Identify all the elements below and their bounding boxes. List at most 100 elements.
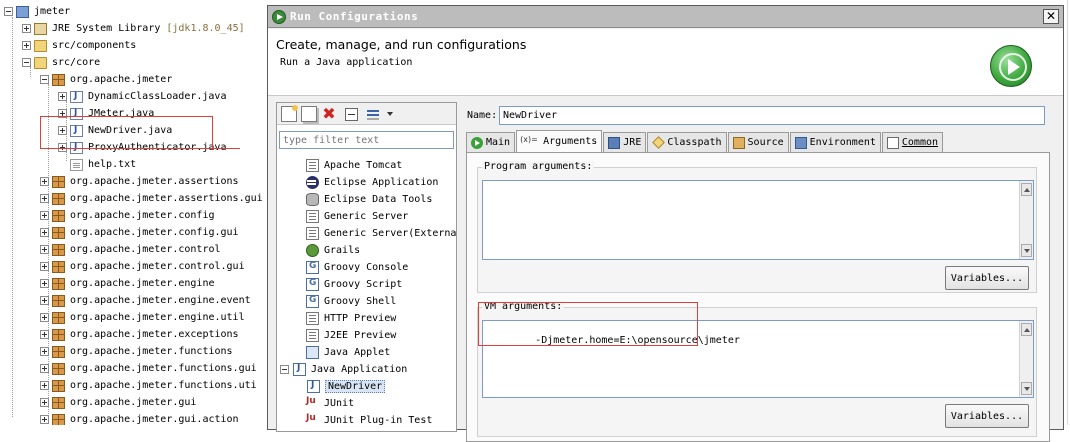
scroll-down-icon[interactable] (1021, 244, 1032, 257)
tab-jre[interactable]: JRE (603, 132, 647, 152)
expand-icon[interactable] (40, 262, 49, 271)
scroll-up-icon[interactable] (1021, 323, 1032, 336)
config-type-item[interactable]: Eclipse Application (293, 174, 438, 191)
tree-package[interactable]: org.apache.jmeter.assertions.gui (40, 190, 263, 207)
expand-icon[interactable] (40, 398, 49, 407)
vm-args-scrollbar[interactable] (1019, 321, 1033, 397)
expand-icon[interactable] (58, 92, 67, 101)
config-type-item[interactable]: Groovy Script (293, 276, 402, 293)
tree-package[interactable]: org.apache.jmeter.functions (40, 343, 233, 360)
tree-package[interactable]: org.apache.jmeter.gui.action (40, 411, 239, 425)
tree-project-jmeter[interactable]: jmeter (4, 3, 70, 20)
tree-package[interactable]: org.apache.jmeter.assertions (40, 173, 239, 190)
collapse-all-icon[interactable] (345, 108, 358, 121)
expand-icon[interactable] (40, 177, 49, 186)
tab-main[interactable]: Main (466, 132, 516, 152)
tree-package[interactable]: org.apache.jmeter.engine.event (40, 292, 251, 309)
tree-package[interactable]: org.apache.jmeter.gui (40, 394, 196, 411)
tree-package[interactable]: org.apache.jmeter.functions.uti (40, 377, 257, 394)
config-item-newdriver[interactable]: NewDriver (307, 378, 386, 395)
delete-icon[interactable]: ✖ (321, 106, 337, 122)
expand-icon[interactable] (40, 313, 49, 322)
expand-icon[interactable] (40, 364, 49, 373)
tree-label: org.apache.jmeter.config (70, 210, 215, 221)
tab-label: Main (486, 137, 511, 148)
expand-icon[interactable] (40, 245, 49, 254)
dialog-titlebar[interactable]: Run Configurations ✕ (268, 6, 1063, 28)
tree-package[interactable]: org.apache.jmeter.engine.util (40, 309, 245, 326)
expand-icon[interactable] (22, 41, 31, 50)
filter-icon[interactable] (365, 106, 383, 122)
collapse-icon[interactable] (280, 365, 289, 374)
expand-icon[interactable] (40, 347, 49, 356)
expand-icon[interactable] (40, 415, 49, 424)
tree-src-components[interactable]: src/components (22, 37, 136, 54)
expand-icon[interactable] (40, 296, 49, 305)
config-type-item[interactable]: Eclipse Data Tools (293, 191, 432, 208)
config-type-label: Groovy Script (324, 279, 403, 290)
close-button[interactable]: ✕ (1043, 9, 1059, 24)
tree-file[interactable]: DynamicClassLoader.java (58, 88, 226, 105)
tree-package[interactable]: org.apache.jmeter.config (40, 207, 215, 224)
program-arguments-textarea[interactable] (482, 180, 1034, 260)
expand-icon[interactable] (40, 279, 49, 288)
tree-package[interactable]: org.apache.jmeter.exceptions (40, 326, 239, 343)
tree-package[interactable]: org.apache.jmeter.control (40, 241, 221, 258)
tree-label: org.apache.jmeter.engine (70, 278, 215, 289)
jre-tab-icon (608, 136, 621, 149)
tab-classpath[interactable]: Classpath (647, 132, 727, 152)
new-config-icon[interactable] (281, 105, 298, 122)
tree-package[interactable]: org.apache.jmeter.control.gui (40, 258, 245, 275)
tree-label: help.txt (88, 159, 137, 170)
duplicate-icon[interactable] (301, 106, 317, 122)
tree-jre-library[interactable]: JRE System Library [jdk1.8.0_45] (22, 20, 245, 37)
tree-package[interactable]: org.apache.jmeter.config.gui (40, 224, 239, 241)
tab-environment[interactable]: Environment (789, 132, 881, 152)
expand-icon[interactable] (40, 194, 49, 203)
tab-source[interactable]: Source (727, 132, 789, 152)
collapse-icon[interactable] (4, 7, 13, 16)
config-type-item[interactable]: J2EE Preview (293, 327, 396, 344)
filter-input[interactable] (279, 131, 454, 149)
expand-icon[interactable] (40, 381, 49, 390)
tab-common[interactable]: Common (881, 132, 944, 152)
expand-icon[interactable] (40, 228, 49, 237)
config-type-item[interactable]: Generic Server (293, 208, 408, 225)
program-variables-button[interactable]: Variables... (945, 266, 1029, 290)
config-type-label: Java Application (311, 364, 408, 375)
tree-package[interactable]: org.apache.jmeter.functions.gui (40, 360, 257, 377)
config-type-item[interactable]: Groovy Console (293, 259, 408, 276)
config-type-item[interactable]: Java Applet (293, 344, 390, 361)
vm-variables-button[interactable]: Variables... (945, 404, 1029, 428)
config-type-item[interactable]: Grails (293, 242, 360, 259)
expand-icon[interactable] (40, 211, 49, 220)
scroll-down-icon[interactable] (1021, 382, 1032, 395)
config-type-item[interactable]: HTTP Preview (293, 310, 396, 327)
source-folder-icon (34, 39, 47, 52)
config-type-item[interactable]: Generic Server(Externa (293, 225, 456, 242)
tree-file[interactable]: help.txt (58, 156, 136, 173)
config-type-item[interactable]: Apache Tomcat (293, 157, 402, 174)
expand-icon[interactable] (22, 24, 31, 33)
tab-arguments[interactable]: Arguments (516, 130, 603, 152)
config-type-label: HTTP Preview (324, 313, 397, 324)
tree-src-core[interactable]: src/core (22, 54, 100, 71)
chevron-down-icon[interactable] (387, 112, 393, 116)
scroll-up-icon[interactable] (1021, 183, 1032, 196)
collapse-icon[interactable] (40, 75, 49, 84)
program-args-scrollbar[interactable] (1019, 181, 1033, 259)
tree-package-root[interactable]: org.apache.jmeter (40, 71, 172, 88)
expand-icon[interactable] (40, 330, 49, 339)
config-type-item-java-application[interactable]: Java Application (280, 361, 407, 378)
config-type-item[interactable]: JUnit (293, 395, 354, 412)
arguments-tab-icon (520, 135, 540, 148)
arguments-tab-body: Program arguments: Variables... VM argum… (466, 152, 1050, 442)
config-type-item[interactable]: JUnit Plug-in Test (293, 412, 432, 429)
collapse-icon[interactable] (22, 58, 31, 67)
tree-package[interactable]: org.apache.jmeter.engine (40, 275, 215, 292)
tree-label: org.apache.jmeter.config.gui (70, 227, 239, 238)
grails-icon (306, 244, 319, 257)
config-type-item[interactable]: Groovy Shell (293, 293, 396, 310)
package-icon (52, 260, 65, 273)
name-field[interactable] (499, 106, 1045, 125)
